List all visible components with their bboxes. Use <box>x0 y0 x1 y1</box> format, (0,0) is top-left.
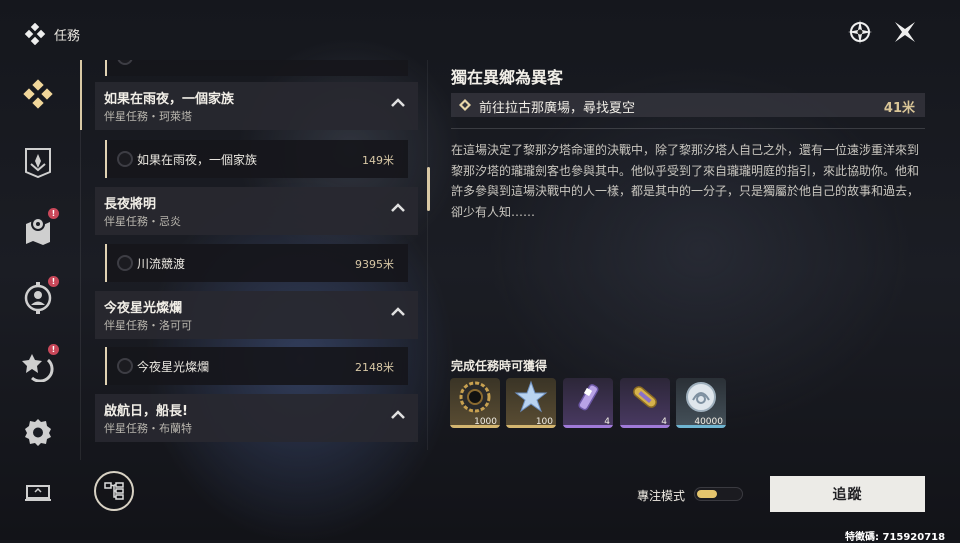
quest-step-distance: 149米 <box>362 154 394 167</box>
sidebar-item-map-quest[interactable]: ! <box>18 208 59 250</box>
quest-list[interactable]: 如果在雨夜，一個家族 伴星任務・珂萊塔 如果在雨夜，一個家族 149米 長夜將明… <box>95 60 418 446</box>
companion-quest-icon <box>23 79 53 109</box>
reward-item[interactable]: 100 <box>506 378 556 428</box>
quest-diamond-icon <box>24 23 46 45</box>
rarity-bar <box>620 425 670 428</box>
quest-title: 如果在雨夜，一個家族 <box>104 92 235 107</box>
sidebar-active-indicator <box>80 60 82 130</box>
list-scrollbar-track[interactable] <box>427 60 428 450</box>
quest-status-ring <box>117 151 133 167</box>
objective-distance: 41米 <box>883 101 915 116</box>
quest-step-distance: 2148米 <box>355 361 394 374</box>
quest-group[interactable]: 如果在雨夜，一個家族 伴星任務・珂萊塔 <box>95 82 418 130</box>
sidebar-item-daily-quest[interactable]: ! <box>18 344 59 386</box>
golden-capsule-item-icon <box>633 386 657 408</box>
quest-objective[interactable]: 前往拉古那廣場，尋找夏空 41米 <box>451 93 925 117</box>
quest-step-item[interactable]: 今夜星光燦爛 2148米 <box>105 347 408 385</box>
quest-title: 今夜星光燦爛 <box>104 301 183 316</box>
list-item-partial[interactable] <box>105 60 408 76</box>
alert-badge: ! <box>48 276 59 287</box>
sidebar-item-screen[interactable] <box>18 473 58 513</box>
reward-item[interactable]: 4 <box>620 378 670 428</box>
focus-mode-toggle[interactable] <box>694 487 743 501</box>
rarity-bar <box>563 425 613 428</box>
page-title: 任務 <box>54 28 81 44</box>
screen-icon <box>25 485 51 501</box>
quest-tree-button[interactable] <box>94 471 134 511</box>
quest-status-ring <box>117 60 133 65</box>
rarity-bar <box>506 425 556 428</box>
quest-step-distance: 9395米 <box>355 258 394 271</box>
sidebar-item-trailblaze-quest[interactable] <box>18 142 58 182</box>
toggle-knob <box>697 490 717 498</box>
map-quest-icon <box>26 217 50 245</box>
quest-group[interactable]: 啟航日，船長! 伴星任務・布蘭特 <box>95 394 418 442</box>
alert-badge: ! <box>48 344 59 355</box>
settings-icon <box>25 419 51 446</box>
chevron-up-icon[interactable] <box>390 200 406 216</box>
quest-group[interactable]: 長夜將明 伴星任務・忌炎 <box>95 187 418 235</box>
hoyolab-compass-icon[interactable] <box>846 18 874 46</box>
reward-item[interactable]: 40000 <box>676 378 726 428</box>
quest-subtitle: 伴星任務・珂萊塔 <box>104 110 192 123</box>
rarity-bar <box>676 425 726 428</box>
quest-step-item[interactable]: 川流競渡 9395米 <box>105 244 408 282</box>
quest-group[interactable]: 今夜星光燦爛 伴星任務・洛可可 <box>95 291 418 339</box>
chevron-up-icon[interactable] <box>390 407 406 423</box>
quest-title: 啟航日，船長! <box>104 404 188 419</box>
reward-item[interactable]: 1000 <box>450 378 500 428</box>
quest-subtitle: 伴星任務・布蘭特 <box>104 422 192 435</box>
objective-label: 前往拉古那廣場，尋找夏空 <box>479 101 636 116</box>
page-header: 任務 <box>24 22 80 46</box>
rarity-bar <box>450 425 500 428</box>
quest-title: 長夜將明 <box>104 197 157 212</box>
focus-mode-label: 專注模式 <box>637 489 686 503</box>
list-scrollbar-thumb[interactable] <box>427 167 430 211</box>
quest-step-label: 如果在雨夜，一個家族 <box>137 153 258 167</box>
quest-detail-title: 獨在異鄉為異客 <box>451 68 564 87</box>
alert-badge: ! <box>48 208 59 219</box>
sidebar-item-companion-quest[interactable] <box>18 75 58 115</box>
chevron-up-icon[interactable] <box>390 304 406 320</box>
sidebar-item-settings[interactable] <box>18 412 58 452</box>
quest-description: 在這場決定了黎那汐塔命運的決戰中，除了黎那汐塔人自己之外，還有一位遠涉重洋來到黎… <box>451 143 920 219</box>
trailblaze-quest-icon <box>25 148 51 178</box>
shell-credit-gear-icon <box>459 381 491 413</box>
detail-divider <box>451 128 925 129</box>
daily-quest-icon <box>22 354 54 382</box>
quest-tree-icon <box>104 482 124 500</box>
quest-subtitle: 伴星任務・洛可可 <box>104 319 192 332</box>
quest-step-label: 今夜星光燦爛 <box>137 360 210 374</box>
reward-item[interactable]: 4 <box>563 378 613 428</box>
sidebar: ! ! ! <box>0 60 76 540</box>
sidebar-item-adventure-quest[interactable]: ! <box>18 276 59 318</box>
uid-label: 特徵碼: 715920718 <box>845 532 946 543</box>
track-button[interactable]: 追蹤 <box>770 476 925 512</box>
chevron-up-icon[interactable] <box>390 95 406 111</box>
silver-shell-coin-icon <box>686 382 716 412</box>
quest-status-ring <box>117 255 133 271</box>
quest-step-item[interactable]: 如果在雨夜，一個家族 149米 <box>105 140 408 178</box>
quest-subtitle: 伴星任務・忌炎 <box>104 215 181 228</box>
quest-status-ring <box>117 358 133 374</box>
objective-diamond-icon <box>459 99 471 111</box>
quest-step-label: 川流競渡 <box>137 257 186 271</box>
adventure-quest-icon <box>24 282 52 314</box>
close-icon[interactable] <box>891 18 919 46</box>
union-exp-crystal-icon <box>514 380 548 413</box>
purple-tube-item-icon <box>578 384 599 411</box>
rewards-label: 完成任務時可獲得 <box>451 359 548 373</box>
